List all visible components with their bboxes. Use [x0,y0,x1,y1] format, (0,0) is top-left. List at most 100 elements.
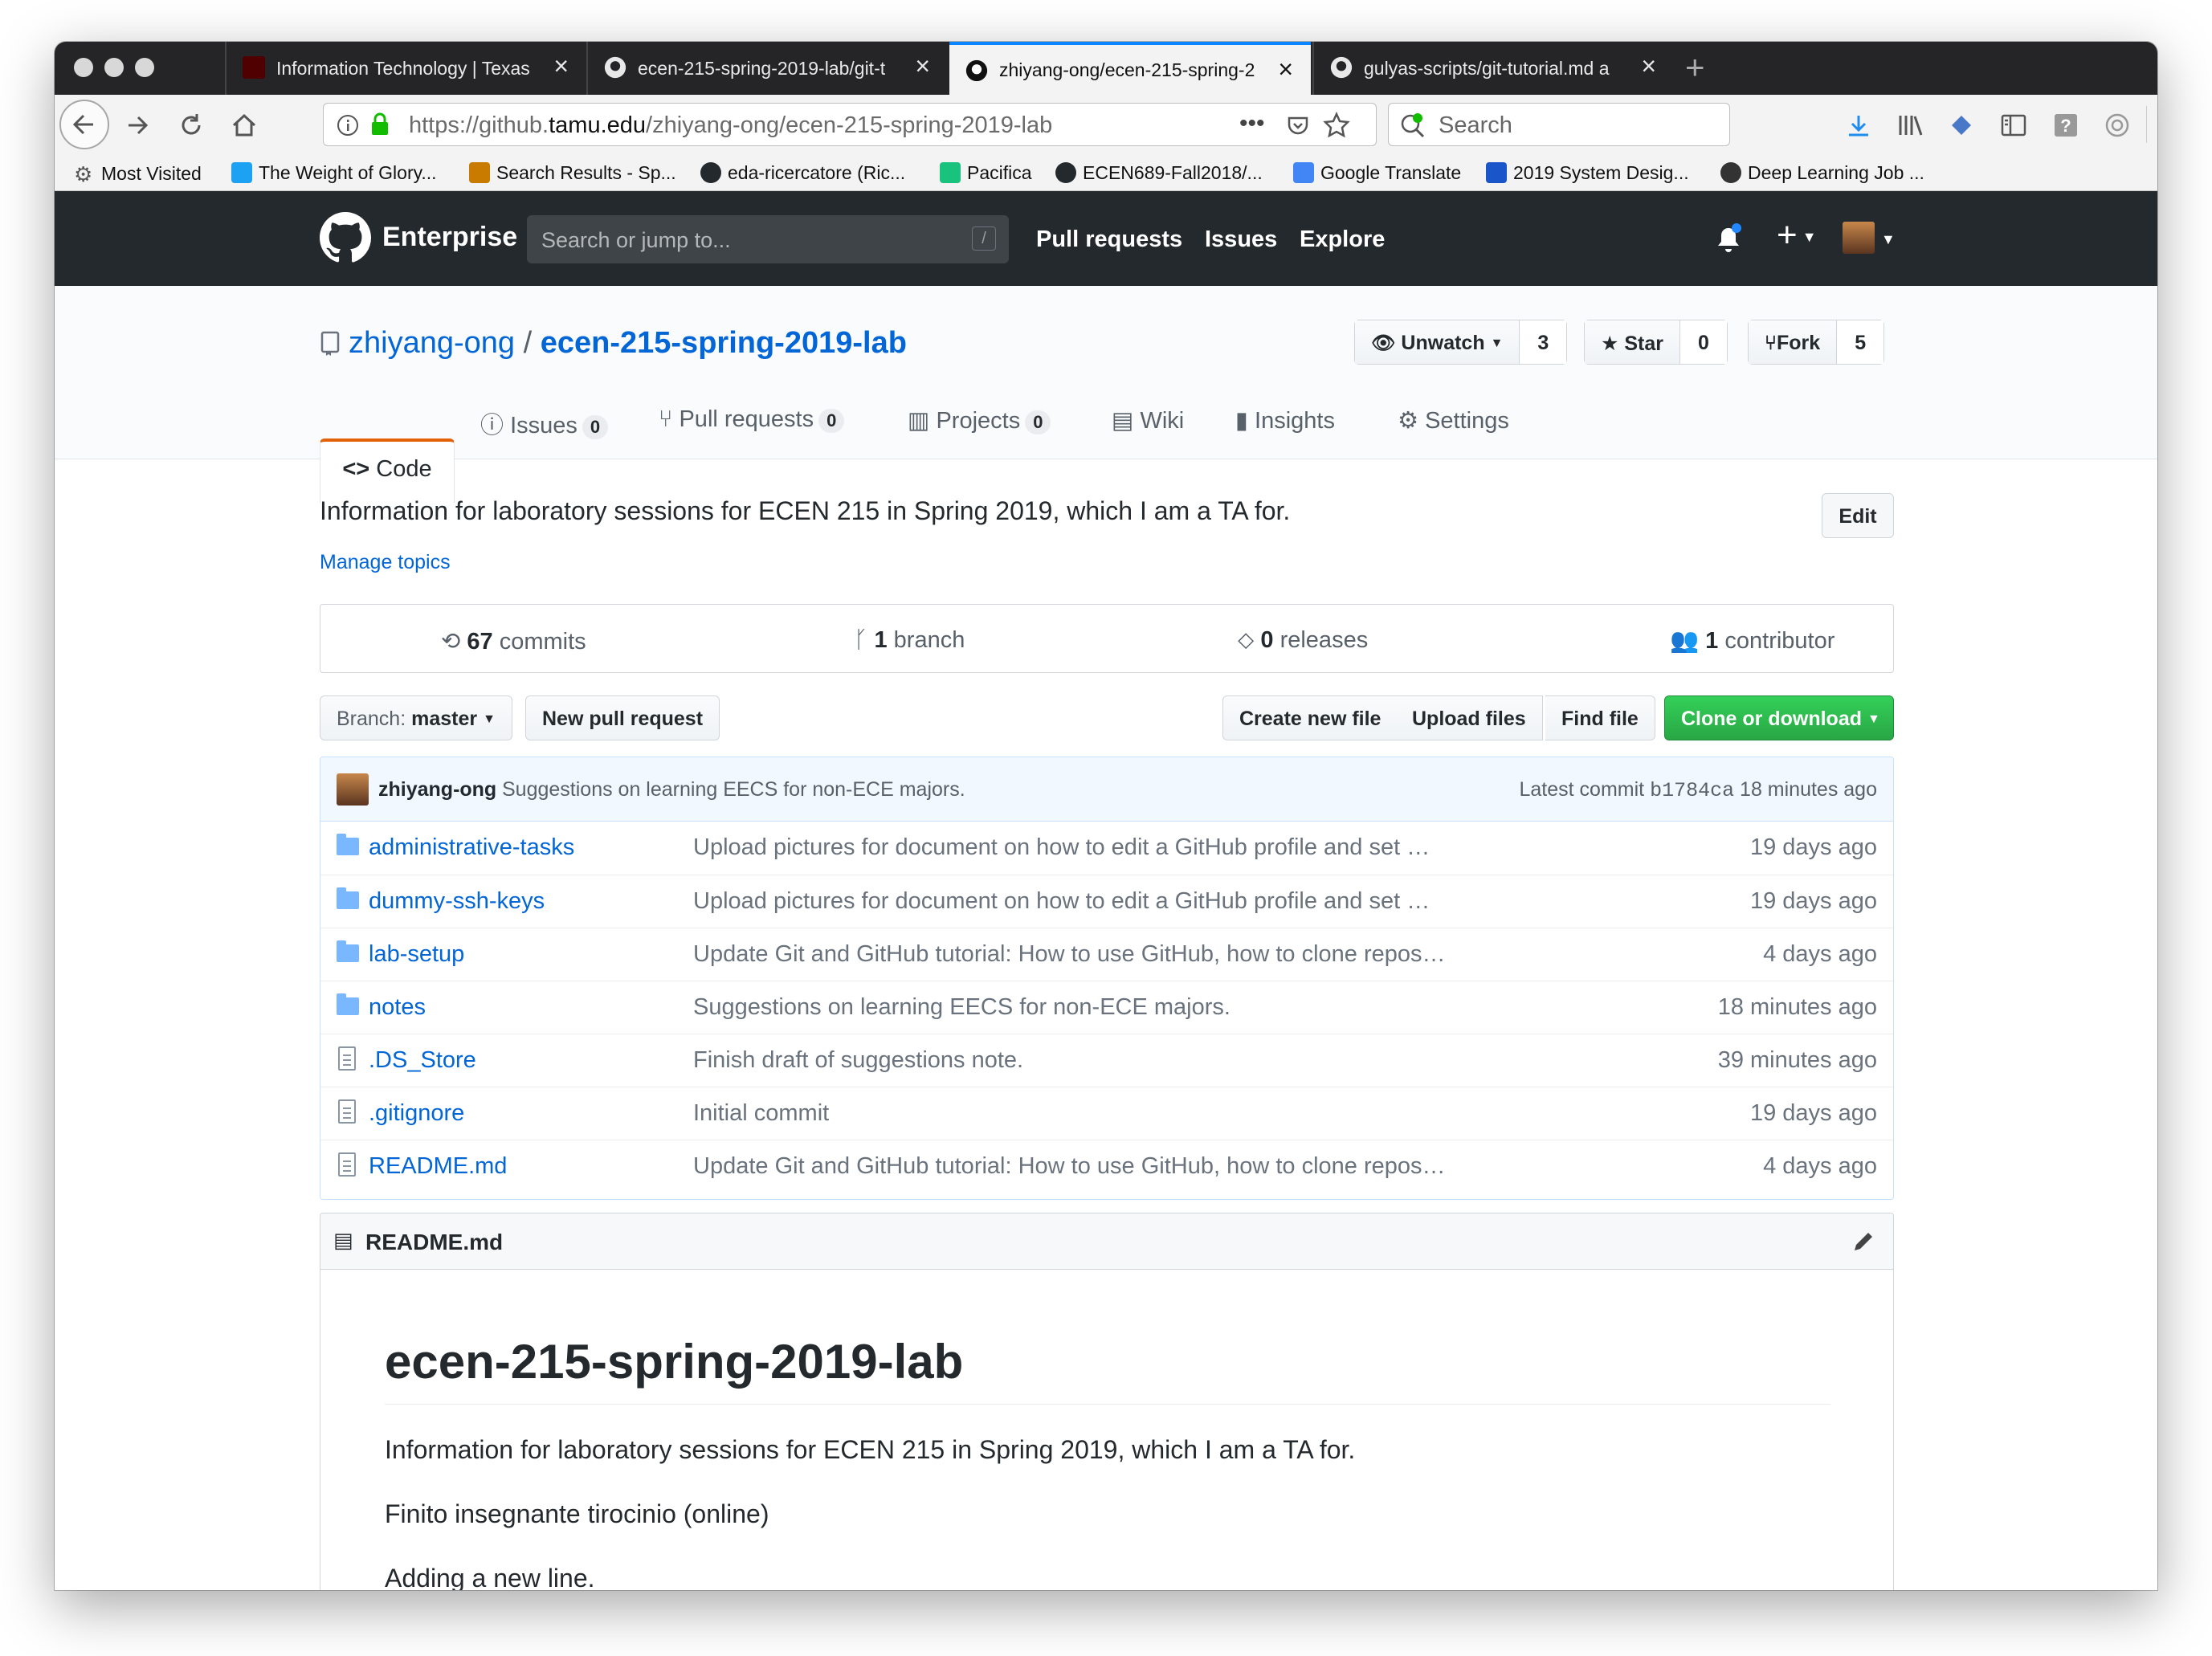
bookmark-item[interactable]: Deep Learning Job ... [1720,162,1924,184]
file-commit-message-link[interactable]: Update Git and GitHub tutorial: How to u… [693,941,1446,968]
commit-author-link[interactable]: zhiyang-ong [378,778,496,801]
bookmark-star-icon[interactable] [1323,112,1350,139]
star-button[interactable]: ★ Star [1585,320,1681,364]
caret-down-icon[interactable]: ▼ [1881,231,1896,248]
file-name-link[interactable]: dummy-ssh-keys [369,888,545,915]
unwatch-button[interactable]: 👁 Unwatch ▼ [1355,320,1520,364]
file-name-link[interactable]: administrative-tasks [369,834,574,861]
library-icon[interactable] [1897,112,1924,138]
manage-topics-link[interactable]: Manage topics [320,551,451,574]
reload-icon[interactable] [177,111,206,140]
browser-search-input[interactable]: Search [1388,103,1730,146]
tab-pull-requests[interactable]: ⑂ Pull requests 0 [659,406,845,433]
repo-owner-link[interactable]: zhiyang-ong [349,326,515,360]
file-name-link[interactable]: notes [369,994,426,1021]
info-icon[interactable] [337,114,359,137]
latest-commit-info: Latest commit b1784ca 18 minutes ago [1519,778,1878,802]
browser-tab-4[interactable]: gulyas-scripts/git-tutorial.md a × [1312,42,1674,95]
bookmark-item[interactable]: Search Results - Sp... [469,162,676,184]
new-pull-request-button[interactable]: New pull request [525,695,720,740]
close-tab-icon[interactable]: × [1278,56,1293,82]
downloads-icon[interactable] [1846,112,1871,138]
bookmark-most-visited[interactable]: ⚙ Most Visited [74,162,202,186]
repo-name-link[interactable]: ecen-215-spring-2019-lab [541,326,907,360]
zoom-window-button[interactable] [135,58,154,77]
tab-code[interactable]: <> Code [320,438,455,503]
history-icon: ⟲ [441,629,461,655]
github-logo-icon[interactable] [320,212,371,263]
forks-count[interactable]: 5 [1837,320,1884,364]
file-name-link[interactable]: README.md [369,1153,507,1180]
tab-insights[interactable]: ▮ Insights [1235,406,1335,434]
enterprise-label: Enterprise [382,222,518,252]
github-search-input[interactable]: Search or jump to... / [527,215,1009,263]
tab-projects[interactable]: ▥ Projects 0 [908,406,1051,434]
contributors-link[interactable]: 👥 1 contributor [1670,627,1834,655]
close-window-button[interactable] [74,58,93,77]
file-commit-message-link[interactable]: Finish draft of suggestions note. [693,1047,1023,1074]
browser-tab-2[interactable]: ecen-215-spring-2019-lab/git-t × [586,42,948,95]
file-commit-message-link[interactable]: Initial commit [693,1100,829,1127]
close-tab-icon[interactable]: × [553,53,569,79]
home-icon[interactable] [230,111,259,140]
bookmark-item[interactable]: ECEN689-Fall2018/... [1055,162,1263,184]
create-new-button[interactable]: + ▼ [1777,215,1817,255]
clone-or-download-button[interactable]: Clone or download ▼ [1664,695,1894,740]
file-name-link[interactable]: lab-setup [369,941,464,968]
edit-description-button[interactable]: Edit [1822,493,1894,538]
repo-title: zhiyang-ong / ecen-215-spring-2019-lab [349,326,907,360]
user-avatar[interactable] [1843,222,1875,254]
extension-icon[interactable] [1949,112,1974,138]
bookmark-item[interactable]: Pacifica [940,162,1032,184]
bookmark-item[interactable]: eda-ricercatore (Ric... [700,162,905,184]
nav-issues[interactable]: Issues [1205,226,1277,253]
watchers-count[interactable]: 3 [1520,320,1567,364]
author-avatar[interactable] [337,773,369,806]
bookmark-item[interactable]: 2019 System Desig... [1486,162,1689,184]
tab-wiki[interactable]: ▤ Wiki [1112,406,1184,434]
file-commit-message-link[interactable]: Upload pictures for document on how to e… [693,834,1430,861]
find-file-button[interactable]: Find file [1545,695,1655,740]
browser-tab-3[interactable]: zhiyang-ong/ecen-215-spring-2 × [949,42,1311,95]
forward-arrow-icon[interactable] [124,111,153,140]
file-commit-message-link[interactable]: Upload pictures for document on how to e… [693,888,1430,915]
bookmark-item[interactable]: Google Translate [1293,162,1461,184]
stars-count[interactable]: 0 [1680,320,1727,364]
notifications-bell-icon[interactable] [1714,223,1743,254]
page-actions-menu-icon[interactable]: ••• [1239,110,1265,137]
close-tab-icon[interactable]: × [915,53,930,79]
graph-icon: ▮ [1235,408,1248,434]
create-new-file-button[interactable]: Create new file [1222,695,1398,740]
nav-pull-requests[interactable]: Pull requests [1036,226,1182,253]
bookmark-item[interactable]: The Weight of Glory... [231,162,437,184]
issue-opened-icon: ⓘ [480,413,504,438]
tab-issues[interactable]: ⓘ Issues 0 [480,406,609,440]
file-commit-message-link[interactable]: Suggestions on learning EECS for non-ECE… [693,994,1230,1021]
releases-link[interactable]: ⬦ 0 releases [1238,627,1368,654]
commit-message-link[interactable]: Suggestions on learning EECS for non-ECE… [502,778,965,801]
upload-files-button[interactable]: Upload files [1396,695,1543,740]
commit-sha-link[interactable]: b1784ca [1650,779,1734,802]
pencil-icon[interactable] [1851,1230,1875,1254]
browser-tab-1[interactable]: Information Technology | Texas × [225,42,586,95]
branch-select[interactable]: Branch: master ▼ [320,695,512,740]
tab-settings[interactable]: ⚙ Settings [1398,406,1509,434]
branches-link[interactable]: ᚴ 1 branch [854,627,965,654]
sidebar-icon[interactable] [2000,112,2027,138]
file-commit-message-link[interactable]: Update Git and GitHub tutorial: How to u… [693,1153,1446,1180]
minimize-window-button[interactable] [104,58,124,77]
pocket-icon[interactable] [1286,113,1310,137]
file-name-link[interactable]: .DS_Store [369,1047,476,1074]
commits-link[interactable]: ⟲ 67 commits [441,627,586,655]
file-row: notes Suggestions on learning EECS for n… [320,981,1893,1034]
new-tab-icon[interactable]: + [1685,48,1705,87]
star-icon: ★ [1601,332,1619,355]
file-name-link[interactable]: .gitignore [369,1100,464,1127]
close-tab-icon[interactable]: × [1641,53,1656,79]
back-button[interactable] [59,100,109,149]
addon-icon[interactable] [2104,112,2130,138]
help-icon[interactable]: ? [2053,112,2079,138]
fork-button[interactable]: ⑂Fork [1749,320,1838,364]
url-bar[interactable]: https://github.tamu.edu/zhiyang-ong/ecen… [323,103,1377,146]
nav-explore[interactable]: Explore [1300,226,1385,253]
